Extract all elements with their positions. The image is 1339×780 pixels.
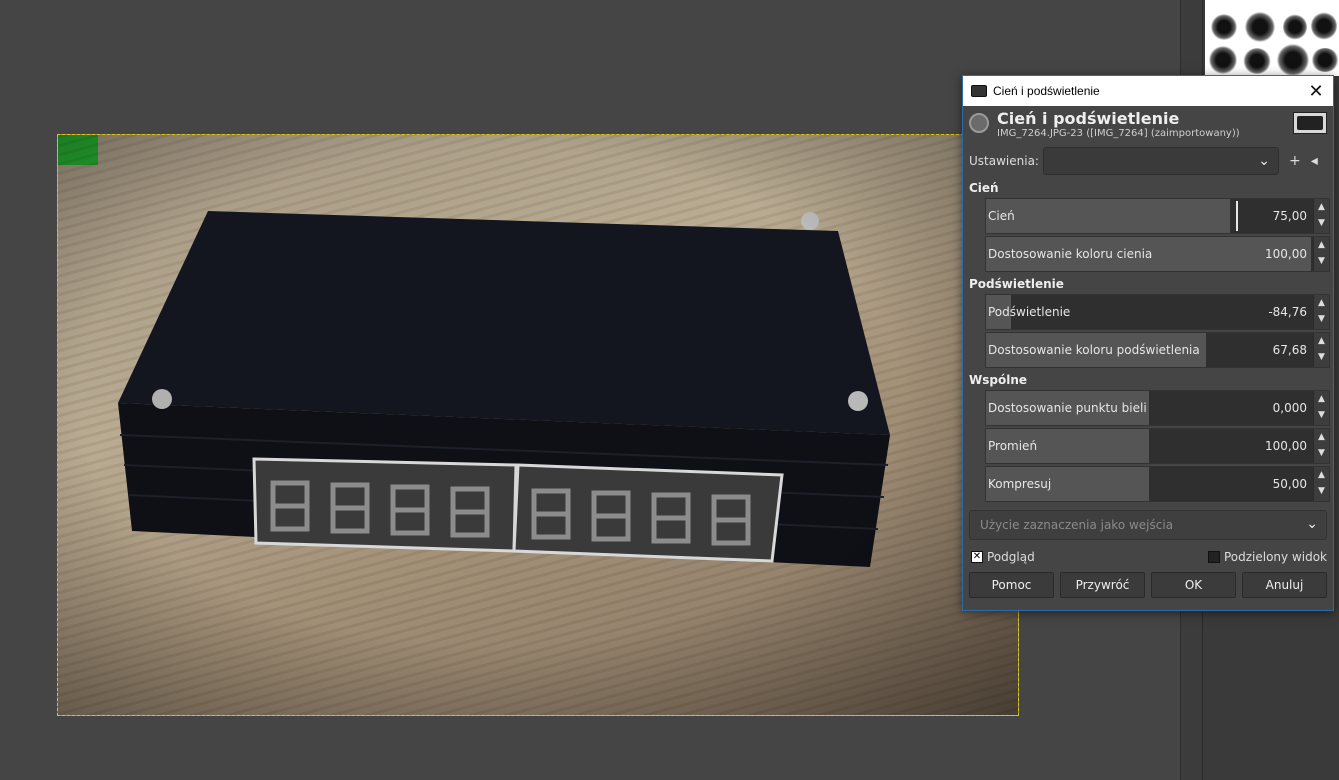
dialog-titlebar[interactable]: Cień i podświetlenie ✕ xyxy=(963,76,1333,106)
brush-preset[interactable] xyxy=(1243,48,1271,74)
slider-highlights[interactable]: Podświetlenie -84,76 ▲ ▼ xyxy=(985,294,1330,330)
slider-label: Cień xyxy=(988,209,1015,223)
presets-label: Ustawienia: xyxy=(969,154,1039,168)
image-thumbnail xyxy=(1293,112,1327,134)
brush-preset[interactable] xyxy=(1283,14,1307,40)
slider-compress[interactable]: Kompresuj 50,00 ▲ ▼ xyxy=(985,466,1330,502)
help-button[interactable]: Pomoc xyxy=(969,572,1054,598)
manage-presets-icon[interactable]: ◂ xyxy=(1311,153,1318,169)
preview-options: ✕ Podgląd Podzielony widok xyxy=(963,540,1333,566)
reset-button[interactable]: Przywróć xyxy=(1060,572,1145,598)
section-common: Wspólne xyxy=(969,373,1028,387)
brush-preset[interactable] xyxy=(1211,14,1237,40)
slider-label: Podświetlenie xyxy=(988,305,1071,319)
dialog-window-title: Cień i podświetlenie xyxy=(993,84,1100,98)
spin-arrows-icon[interactable]: ▲ ▼ xyxy=(1313,237,1329,271)
slider-label: Kompresuj xyxy=(988,477,1052,491)
spin-arrows-icon[interactable]: ▲ ▼ xyxy=(1313,467,1329,501)
brush-preset[interactable] xyxy=(1311,12,1337,40)
filter-icon xyxy=(969,113,989,133)
split-view-label: Podzielony widok xyxy=(1223,550,1327,564)
slider-value[interactable]: 100,00 xyxy=(1265,247,1307,261)
spin-arrows-icon[interactable]: ▲ ▼ xyxy=(1313,295,1329,329)
checkbox-icon[interactable]: ✕ xyxy=(971,551,983,563)
section-shadows: Cień xyxy=(969,181,999,195)
slider-shadows[interactable]: Cień 75,00 ▲ ▼ xyxy=(985,198,1330,234)
slider-label: Promień xyxy=(988,439,1038,453)
slider-fill xyxy=(986,199,1230,233)
slider-label: Dostosowanie koloru cienia xyxy=(988,247,1153,261)
presets-combo[interactable]: ⌄ xyxy=(1043,147,1279,175)
slider-value[interactable]: 100,00 xyxy=(1265,439,1307,453)
split-view-checkbox[interactable]: Podzielony widok xyxy=(1207,548,1327,566)
slider-value[interactable]: 67,68 xyxy=(1273,343,1307,357)
spin-arrows-icon[interactable]: ▲ ▼ xyxy=(1313,391,1329,425)
slider-shadow-color[interactable]: Dostosowanie koloru cienia 100,00 ▲ ▼ xyxy=(985,236,1330,272)
slider-label: Dostosowanie punktu bieli xyxy=(988,401,1147,415)
brush-preset[interactable] xyxy=(1311,48,1339,72)
chevron-down-icon: ⌄ xyxy=(1258,153,1270,169)
ok-button[interactable]: OK xyxy=(1151,572,1236,598)
dialog-header: Cień i podświetlenie IMG_7264.JPG-23 ([I… xyxy=(963,106,1333,144)
dialog-buttons: Pomoc Przywróć OK Anuluj xyxy=(963,566,1333,598)
slider-white-point[interactable]: Dostosowanie punktu bieli 0,000 ▲ ▼ xyxy=(985,390,1330,426)
chevron-down-icon: ⌄ xyxy=(1306,516,1318,532)
vignette-overlay xyxy=(58,135,1018,715)
close-icon[interactable]: ✕ xyxy=(1299,76,1333,106)
slider-value[interactable]: 0,000 xyxy=(1273,401,1307,415)
spin-arrows-icon[interactable]: ▲ ▼ xyxy=(1313,429,1329,463)
section-highlights: Podświetlenie xyxy=(969,277,1064,291)
gimp-window-icon xyxy=(971,85,987,97)
shadows-highlights-dialog: Cień i podświetlenie ✕ Cień i podświetle… xyxy=(962,75,1334,611)
selection-input-combo[interactable]: Użycie zaznaczenia jako wejścia ⌄ xyxy=(969,510,1327,540)
selection-input-label: Użycie zaznaczenia jako wejścia xyxy=(980,518,1174,532)
cancel-button[interactable]: Anuluj xyxy=(1242,572,1327,598)
brushes-panel[interactable] xyxy=(1205,0,1339,76)
slider-marker xyxy=(1236,201,1238,231)
presets-row: Ustawienia: ⌄ + ◂ xyxy=(963,144,1333,178)
image-name: IMG_7264.JPG-23 ([IMG_7264] (zaimportowa… xyxy=(997,128,1240,139)
slider-value[interactable]: 75,00 xyxy=(1273,209,1307,223)
add-preset-icon[interactable]: + xyxy=(1289,153,1301,169)
preview-checkbox[interactable]: ✕ Podgląd xyxy=(971,548,1035,566)
slider-value[interactable]: 50,00 xyxy=(1273,477,1307,491)
image-layer[interactable] xyxy=(57,134,1019,716)
checkbox-icon[interactable] xyxy=(1207,551,1220,563)
brush-preset[interactable] xyxy=(1277,44,1309,76)
spin-arrows-icon[interactable]: ▲ ▼ xyxy=(1313,333,1329,367)
slider-label: Dostosowanie koloru podświetlenia xyxy=(988,343,1200,357)
slider-radius[interactable]: Promień 100,00 ▲ ▼ xyxy=(985,428,1330,464)
preview-label: Podgląd xyxy=(987,550,1035,564)
brush-preset[interactable] xyxy=(1245,12,1275,42)
brush-preset[interactable] xyxy=(1209,46,1237,74)
slider-highlight-color[interactable]: Dostosowanie koloru podświetlenia 67,68 … xyxy=(985,332,1330,368)
slider-value[interactable]: -84,76 xyxy=(1268,305,1307,319)
dialog-heading: Cień i podświetlenie xyxy=(997,109,1180,128)
spin-arrows-icon[interactable]: ▲ ▼ xyxy=(1313,199,1329,233)
